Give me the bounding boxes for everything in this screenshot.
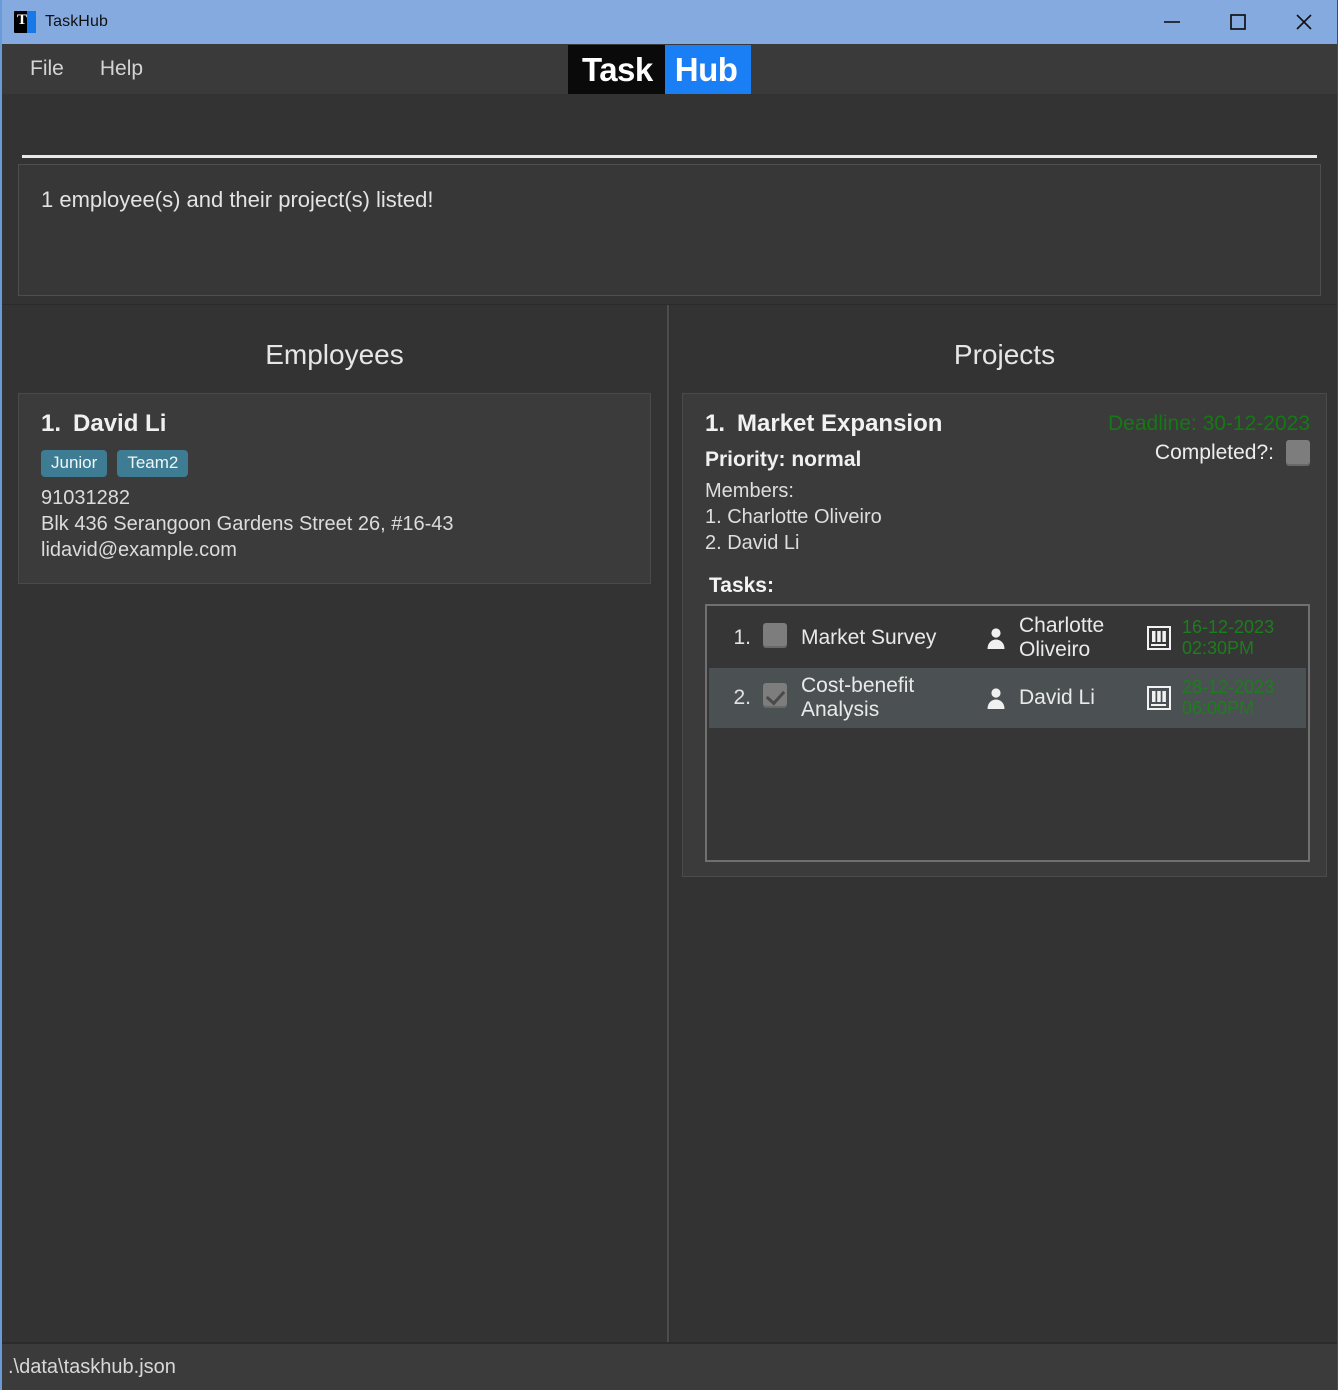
taskhub-logo: Task Hub xyxy=(568,45,752,95)
logo-task-text: Task xyxy=(568,45,665,95)
task-checkbox-wrap xyxy=(763,683,787,713)
project-member-1: 1. Charlotte Oliveiro xyxy=(705,506,882,528)
task-deadline: 16-12-2023 02:30PM xyxy=(1146,617,1296,659)
employees-panel-title: Employees xyxy=(265,339,404,370)
projects-panel-title: Projects xyxy=(953,339,1056,370)
task-title: Market Survey xyxy=(801,626,937,650)
menu-item-help[interactable]: Help xyxy=(86,53,157,85)
top-spacer xyxy=(2,94,1337,164)
employee-tags: Junior Team2 xyxy=(41,450,628,477)
task-deadline: 28-12-2023 06:00PM xyxy=(1146,677,1296,719)
task-assignee: David Li xyxy=(981,686,1146,710)
window-controls xyxy=(1139,0,1337,44)
project-main-info: 1. Market Expansion Priority: normal Memb… xyxy=(705,410,1108,556)
task-deadline-text: 16-12-2023 02:30PM xyxy=(1182,617,1274,659)
task-deadline-text: 28-12-2023 06:00PM xyxy=(1182,677,1274,719)
project-members-label: Members: xyxy=(705,480,794,502)
project-completed-row: Completed?: xyxy=(1108,440,1310,466)
employee-email: lidavid@example.com xyxy=(41,539,237,561)
task-assignee-name: David Li xyxy=(1019,686,1095,710)
task-row[interactable]: 1. Market Survey Charlotte Oliveiro 16-1… xyxy=(709,608,1306,668)
project-card[interactable]: 1. Market Expansion Priority: normal Memb… xyxy=(682,393,1327,877)
title-bar-left: TaskHub xyxy=(2,11,108,33)
app-window: TaskHub File Help TaskHub 1 employee(s) … xyxy=(0,0,1338,1390)
project-priority: Priority: normal xyxy=(705,448,862,471)
person-icon xyxy=(987,688,1005,709)
task-done-checkbox[interactable] xyxy=(763,683,787,708)
tasks-label: Tasks: xyxy=(709,574,774,597)
task-assignee-name: Charlotte Oliveiro xyxy=(1019,614,1105,661)
task-deadline-time: 06:00PM xyxy=(1182,698,1255,718)
employee-name: David Li xyxy=(73,410,167,437)
status-bar: .\data\taskhub.json xyxy=(2,1342,1337,1390)
logo-hub-text: Hub xyxy=(664,45,752,95)
task-title: Cost-benefit Analysis xyxy=(801,674,915,721)
project-name-row: 1. Market Expansion xyxy=(705,410,1108,438)
employee-address: Blk 436 Serangoon Gardens Street 26, #16… xyxy=(41,513,454,535)
task-done-checkbox[interactable] xyxy=(763,623,787,648)
task-row[interactable]: 2. Cost-benefit Analysis David Li 28-12-… xyxy=(709,668,1306,728)
calendar-icon xyxy=(1147,626,1171,650)
calendar-icon xyxy=(1147,686,1171,710)
close-button[interactable] xyxy=(1271,0,1337,44)
project-member-2: 2. David Li xyxy=(705,532,800,554)
result-message-text: 1 employee(s) and their project(s) liste… xyxy=(41,187,434,212)
person-icon xyxy=(987,628,1005,649)
result-message-box: 1 employee(s) and their project(s) liste… xyxy=(18,164,1321,296)
project-deadline: Deadline: 30-12-2023 xyxy=(1108,412,1310,435)
maximize-button[interactable] xyxy=(1205,0,1271,44)
task-deadline-date: 16-12-2023 xyxy=(1182,616,1275,637)
employees-panel: Employees 1. David Li Junior Team2 910312… xyxy=(2,305,669,1342)
menu-item-file[interactable]: File xyxy=(16,53,78,85)
employee-card[interactable]: 1. David Li Junior Team2 91031282 Blk 436… xyxy=(18,393,651,584)
projects-panel: Projects 1. Market Expansion Priority: no… xyxy=(669,305,1337,1342)
employee-phone: 91031282 xyxy=(41,487,130,509)
title-bar: TaskHub xyxy=(2,0,1337,44)
tasks-list: 1. Market Survey Charlotte Oliveiro 16-1… xyxy=(705,604,1310,862)
task-index: 2. xyxy=(733,686,751,709)
window-title: TaskHub xyxy=(45,13,108,30)
minimize-button[interactable] xyxy=(1139,0,1205,44)
project-completed-checkbox[interactable] xyxy=(1286,440,1310,466)
status-bar-path: .\data\taskhub.json xyxy=(8,1355,176,1378)
employee-tag-team: Team2 xyxy=(117,450,189,477)
project-header: 1. Market Expansion Priority: normal Memb… xyxy=(705,410,1310,556)
task-deadline-date: 28-12-2023 xyxy=(1182,676,1275,697)
project-index: 1. xyxy=(705,410,726,437)
header-divider xyxy=(22,155,1317,158)
task-checkbox-wrap xyxy=(763,623,787,653)
task-deadline-time: 02:30PM xyxy=(1182,638,1255,658)
task-assignee: Charlotte Oliveiro xyxy=(981,614,1146,661)
main-panels: Employees 1. David Li Junior Team2 910312… xyxy=(2,304,1337,1342)
project-meta: Deadline: 30-12-2023 Completed?: xyxy=(1108,410,1310,466)
app-logo-icon xyxy=(14,11,36,33)
message-area: 1 employee(s) and their project(s) liste… xyxy=(2,164,1337,304)
project-name: Market Expansion xyxy=(737,410,943,437)
employee-tag-level: Junior xyxy=(41,450,108,477)
project-completed-label: Completed?: xyxy=(1154,441,1274,464)
task-index: 1. xyxy=(733,626,751,649)
employee-name-row: 1. David Li xyxy=(41,410,628,438)
employee-index: 1. xyxy=(41,410,62,437)
